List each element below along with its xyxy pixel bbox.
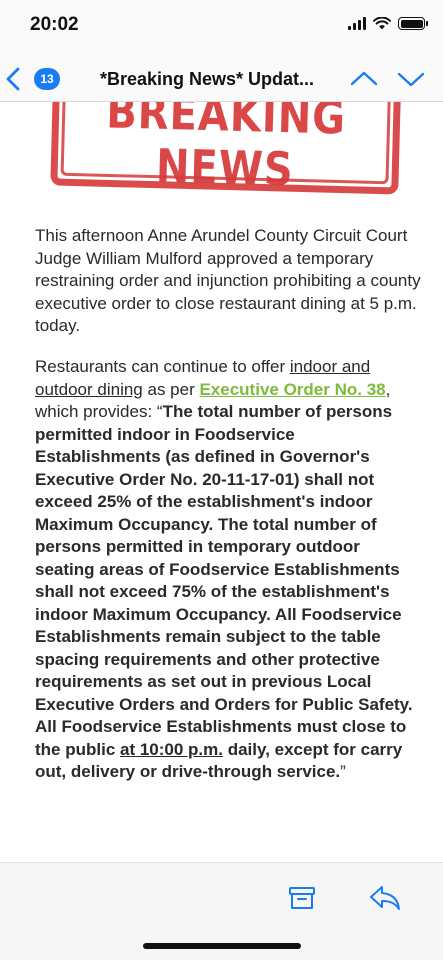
previous-message-button[interactable] bbox=[349, 64, 379, 94]
quote-part1: The total number of persons permitted in… bbox=[35, 402, 413, 759]
p2-intro: Restaurants can continue to offer bbox=[35, 357, 290, 376]
status-time: 20:02 bbox=[30, 14, 79, 35]
executive-order-link[interactable]: Executive Order No. 38 bbox=[199, 380, 385, 399]
cellular-signal-icon bbox=[348, 17, 366, 30]
nav-bar: 13 *Breaking News* Updat... bbox=[0, 56, 443, 102]
p2-as-per: as per bbox=[142, 379, 200, 399]
chevron-left-icon bbox=[6, 62, 28, 96]
chevron-up-icon bbox=[350, 71, 378, 86]
archive-button[interactable] bbox=[287, 883, 317, 913]
breaking-news-stamp-image: BREAKING NEWS bbox=[50, 102, 402, 197]
back-button[interactable]: 13 bbox=[6, 62, 66, 96]
closing-quote: ” bbox=[340, 762, 346, 781]
email-subject-title: *Breaking News* Updat... bbox=[100, 69, 315, 89]
stamp-text: BREAKING NEWS bbox=[105, 102, 347, 197]
bottom-toolbar bbox=[0, 862, 443, 960]
reply-button[interactable] bbox=[368, 883, 402, 913]
closing-time-text: at 10:00 p.m. bbox=[120, 739, 223, 759]
archive-icon bbox=[289, 887, 315, 909]
unread-count-badge: 13 bbox=[34, 68, 60, 90]
chevron-down-icon bbox=[397, 72, 425, 87]
home-indicator[interactable] bbox=[143, 943, 301, 949]
battery-icon bbox=[398, 17, 428, 30]
next-message-button[interactable] bbox=[396, 64, 426, 94]
email-body[interactable]: BREAKING NEWS This afternoon Anne Arunde… bbox=[12, 102, 431, 862]
reply-icon bbox=[370, 886, 400, 910]
status-bar: 20:02 bbox=[0, 0, 443, 56]
paragraph-order: Restaurants can continue to offer indoor… bbox=[35, 356, 421, 784]
paragraph-intro: This afternoon Anne Arundel County Circu… bbox=[35, 226, 421, 335]
status-icons bbox=[348, 17, 428, 30]
wifi-icon bbox=[373, 17, 391, 30]
